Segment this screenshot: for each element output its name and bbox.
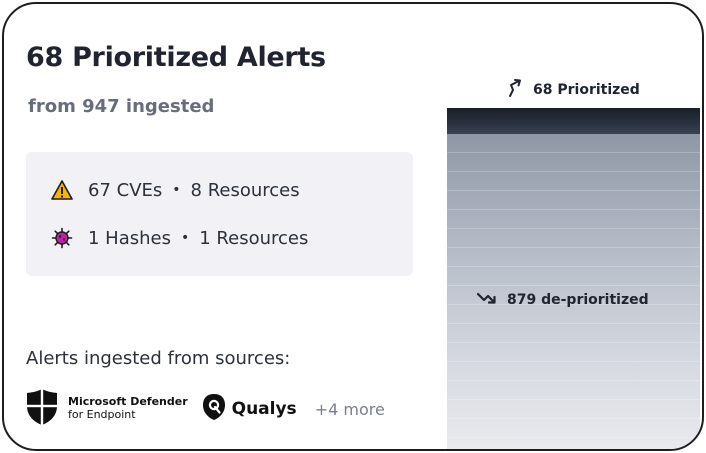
separator-dot: •: [180, 230, 190, 246]
qualys-source[interactable]: Qualys: [202, 393, 297, 425]
source-logos: Microsoft Defender for Endpoint Qualys +…: [26, 388, 385, 430]
prioritized-label: 68 Prioritized: [507, 78, 640, 102]
more-sources-link[interactable]: +4 more: [315, 400, 385, 419]
prioritization-funnel: 68 Prioritized 879 de-prioritized: [447, 4, 700, 449]
cve-count: 67 CVEs: [88, 179, 163, 201]
deprioritized-count-text: 879 de-prioritized: [507, 292, 649, 308]
virus-icon: [50, 226, 74, 250]
alerts-summary-card: 68 Prioritized Alerts from 947 ingested …: [2, 2, 704, 451]
qualys-logo-icon: [202, 393, 226, 425]
trend-down-arrow-icon: [476, 291, 507, 309]
separator-dot: •: [172, 182, 181, 198]
warning-icon: [50, 178, 74, 202]
prioritized-count-text: 68 Prioritized: [533, 82, 640, 98]
hash-resources-count: 1 Resources: [199, 227, 309, 249]
trend-up-arrow-icon: [507, 78, 533, 102]
microsoft-defender-source[interactable]: Microsoft Defender for Endpoint: [26, 388, 188, 430]
qualys-name: Qualys: [231, 399, 297, 419]
ingested-subtitle: from 947 ingested: [28, 96, 215, 117]
cve-summary-row[interactable]: 67 CVEs • 8 Resources: [50, 176, 300, 204]
hash-summary-row[interactable]: 1 Hashes • 1 Resources: [50, 224, 308, 252]
prioritized-bar[interactable]: [447, 108, 700, 134]
microsoft-defender-subtitle: for Endpoint: [68, 408, 136, 421]
alert-breakdown-box: 67 CVEs • 8 Resources 1 Hashes • 1 Resou…: [26, 152, 413, 276]
page-title: 68 Prioritized Alerts: [26, 42, 326, 73]
microsoft-defender-shield-icon: [26, 388, 58, 430]
deprioritized-label: 879 de-prioritized: [476, 288, 649, 312]
sources-label: Alerts ingested from sources:: [26, 348, 291, 369]
hash-count: 1 Hashes: [88, 227, 171, 249]
cve-resources-count: 8 Resources: [190, 179, 300, 201]
